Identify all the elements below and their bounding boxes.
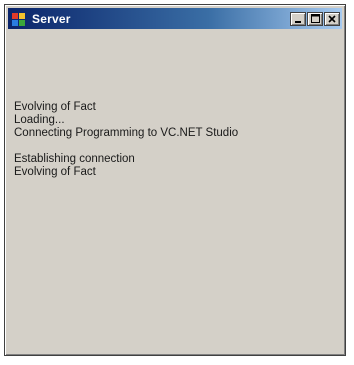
minimize-icon (295, 20, 301, 23)
maximize-button[interactable] (307, 11, 323, 26)
close-button[interactable] (324, 11, 340, 26)
output-area (12, 32, 340, 352)
output-line: Evolving of Fact (14, 101, 96, 113)
app-icon (11, 11, 27, 27)
output-line: Loading... (14, 114, 65, 126)
title-bar[interactable]: Server (8, 8, 342, 29)
resize-grip[interactable] (329, 339, 339, 349)
maximize-icon (310, 14, 320, 23)
minimize-button[interactable] (290, 11, 306, 26)
close-icon (328, 14, 336, 23)
window-controls (290, 11, 340, 26)
output-line: Establishing connection (14, 153, 135, 165)
output-line: Evolving of Fact (14, 166, 96, 178)
app-window: Server Evolving of Fact Loading... Conne… (4, 4, 346, 356)
output-line: Connecting Programming to VC.NET Studio (14, 127, 239, 139)
window-title: Server (32, 11, 71, 26)
